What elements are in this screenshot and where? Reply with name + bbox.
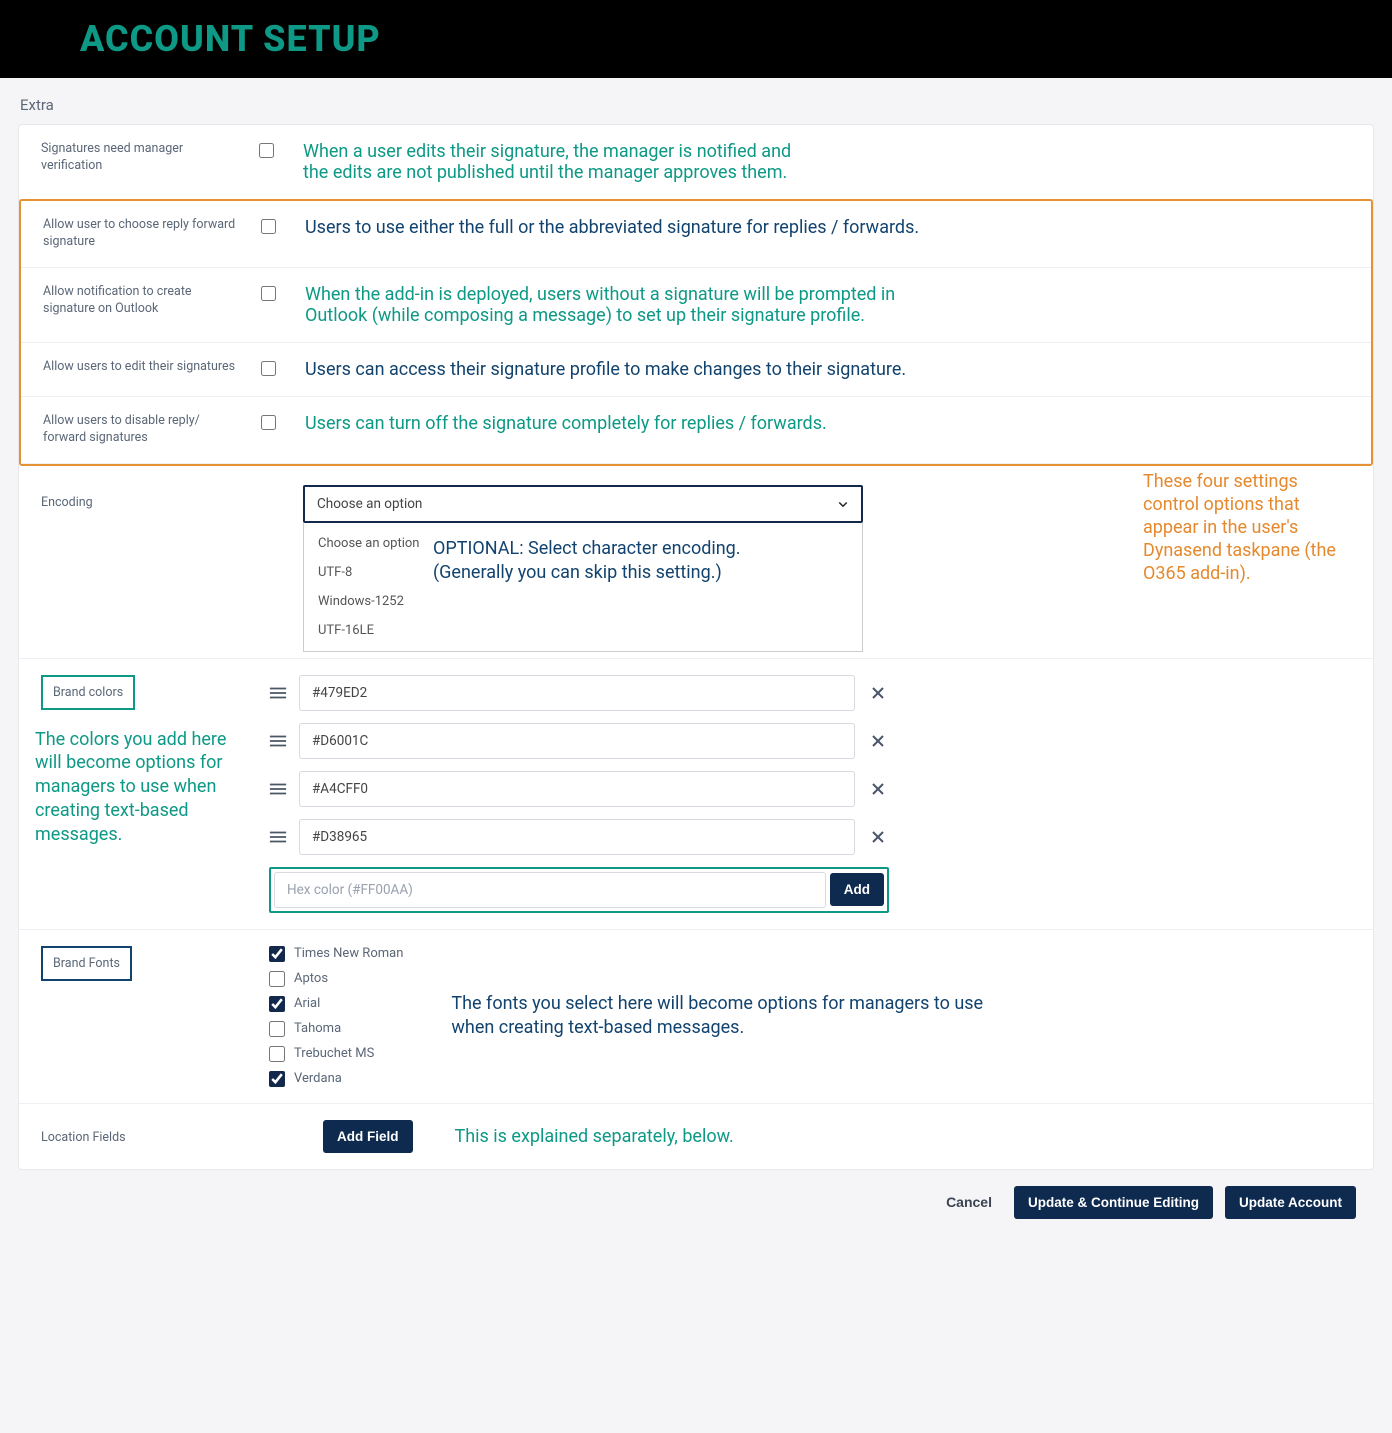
row-outlook-notify: Allow notification to create signature o… (21, 268, 1371, 343)
help-brand-colors: The colors you add here will become opti… (35, 728, 250, 847)
checkbox-reply-sig[interactable] (261, 219, 276, 234)
row-location-fields: Location Fields Add Field This is explai… (19, 1104, 1373, 1169)
add-color-input[interactable] (274, 872, 826, 908)
label-reply-sig: Allow user to choose reply forward signa… (43, 217, 253, 251)
label-brand-fonts: Brand Fonts (41, 946, 132, 981)
color-item (269, 771, 889, 807)
font-checkbox[interactable] (269, 996, 285, 1012)
desc-outlook-notify: When the add-in is deployed, users witho… (305, 284, 1349, 326)
checkbox-edit-sig[interactable] (261, 361, 276, 376)
page-title: ACCOUNT SETUP (80, 18, 1392, 60)
update-continue-button[interactable]: Update & Continue Editing (1014, 1186, 1213, 1219)
encoding-option[interactable]: UTF-16LE (304, 616, 862, 645)
encoding-select[interactable]: Choose an option (303, 485, 863, 523)
color-input[interactable] (299, 723, 855, 759)
page-body: Extra Signatures need manager verificati… (0, 78, 1392, 1247)
help-location-fields: This is explained separately, below. (455, 1126, 734, 1147)
font-item[interactable]: Times New Roman (269, 946, 403, 962)
font-item[interactable]: Verdana (269, 1071, 403, 1087)
app-header: ACCOUNT SETUP (0, 0, 1392, 78)
font-item[interactable]: Aptos (269, 971, 403, 987)
brand-fonts-left: Brand Fonts (41, 946, 251, 989)
row-reply-sig: Allow user to choose reply forward signa… (21, 201, 1371, 268)
delete-color-icon[interactable] (867, 682, 889, 704)
delete-color-icon[interactable] (867, 826, 889, 848)
drag-handle-icon[interactable] (269, 830, 287, 844)
encoding-dropdown: Choose an option UTF-8 Windows-1252 UTF-… (303, 523, 863, 652)
font-name: Aptos (294, 971, 328, 986)
font-name: Times New Roman (294, 946, 403, 961)
label-disable-reply: Allow users to disable reply/ forward si… (43, 413, 253, 447)
font-item[interactable]: Arial (269, 996, 403, 1012)
encoding-option[interactable]: Windows-1252 (304, 587, 862, 616)
label-location-fields: Location Fields (41, 1120, 251, 1147)
encoding-selected-value: Choose an option (317, 496, 422, 512)
checkbox-disable-reply[interactable] (261, 415, 276, 430)
row-brand-fonts: Brand Fonts Times New Roman Aptos Arial (19, 930, 1373, 1104)
desc-disable-reply: Users can turn off the signature complet… (305, 413, 1349, 434)
cancel-button[interactable]: Cancel (936, 1186, 1002, 1218)
help-brand-fonts: The fonts you select here will become op… (451, 992, 1011, 1041)
row-brand-colors: Brand colors The colors you add here wil… (19, 659, 1373, 930)
checkbox-sig-verify[interactable] (259, 143, 274, 158)
color-input[interactable] (299, 675, 855, 711)
font-checkbox[interactable] (269, 971, 285, 987)
font-checkbox[interactable] (269, 1046, 285, 1062)
font-name: Trebuchet MS (294, 1046, 374, 1061)
color-item (269, 819, 889, 855)
delete-color-icon[interactable] (867, 778, 889, 800)
font-checkbox[interactable] (269, 1071, 285, 1087)
color-item (269, 675, 889, 711)
label-edit-sig: Allow users to edit their signatures (43, 359, 253, 376)
drag-handle-icon[interactable] (269, 686, 287, 700)
delete-color-icon[interactable] (867, 730, 889, 752)
footer-actions: Cancel Update & Continue Editing Update … (18, 1170, 1374, 1229)
font-name: Arial (294, 996, 320, 1011)
encoding-option[interactable]: Choose an option (304, 529, 862, 558)
row-edit-sig: Allow users to edit their signatures Use… (21, 343, 1371, 397)
row-sig-verify: Signatures need manager verification Whe… (19, 125, 1373, 200)
font-checkbox[interactable] (269, 946, 285, 962)
encoding-option[interactable]: UTF-8 (304, 558, 862, 587)
update-account-button[interactable]: Update Account (1225, 1186, 1356, 1219)
add-field-button[interactable]: Add Field (323, 1120, 413, 1153)
label-encoding: Encoding (41, 485, 251, 512)
color-item (269, 723, 889, 759)
brand-colors-list: Add (269, 675, 889, 913)
font-name: Verdana (294, 1071, 342, 1086)
color-input[interactable] (299, 819, 855, 855)
checkbox-outlook-notify[interactable] (261, 286, 276, 301)
font-checkbox[interactable] (269, 1021, 285, 1037)
font-item[interactable]: Tahoma (269, 1021, 403, 1037)
encoding-select-wrap: Choose an option Choose an option UTF-8 … (303, 485, 863, 652)
add-color-wrap: Add (269, 867, 889, 913)
font-name: Tahoma (294, 1021, 341, 1036)
label-outlook-notify: Allow notification to create signature o… (43, 284, 253, 318)
chevron-down-icon (837, 498, 849, 510)
color-input[interactable] (299, 771, 855, 807)
desc-sig-verify: When a user edits their signature, the m… (303, 141, 1351, 183)
desc-edit-sig: Users can access their signature profile… (305, 359, 1349, 380)
drag-handle-icon[interactable] (269, 734, 287, 748)
font-item[interactable]: Trebuchet MS (269, 1046, 403, 1062)
brand-fonts-list: Times New Roman Aptos Arial Tahoma Trebu… (269, 946, 403, 1087)
taskpane-settings-group: Allow user to choose reply forward signa… (19, 199, 1373, 466)
add-color-button[interactable]: Add (830, 873, 884, 906)
orange-callout: These four settings control options that… (1143, 470, 1353, 585)
label-sig-verify: Signatures need manager verification (41, 141, 251, 175)
drag-handle-icon[interactable] (269, 782, 287, 796)
row-disable-reply: Allow users to disable reply/ forward si… (21, 397, 1371, 464)
desc-reply-sig: Users to use either the full or the abbr… (305, 217, 1349, 238)
brand-colors-left: Brand colors The colors you add here wil… (41, 675, 251, 847)
section-label: Extra (20, 96, 1374, 114)
label-brand-colors: Brand colors (41, 675, 135, 710)
settings-card: Signatures need manager verification Whe… (18, 124, 1374, 1170)
